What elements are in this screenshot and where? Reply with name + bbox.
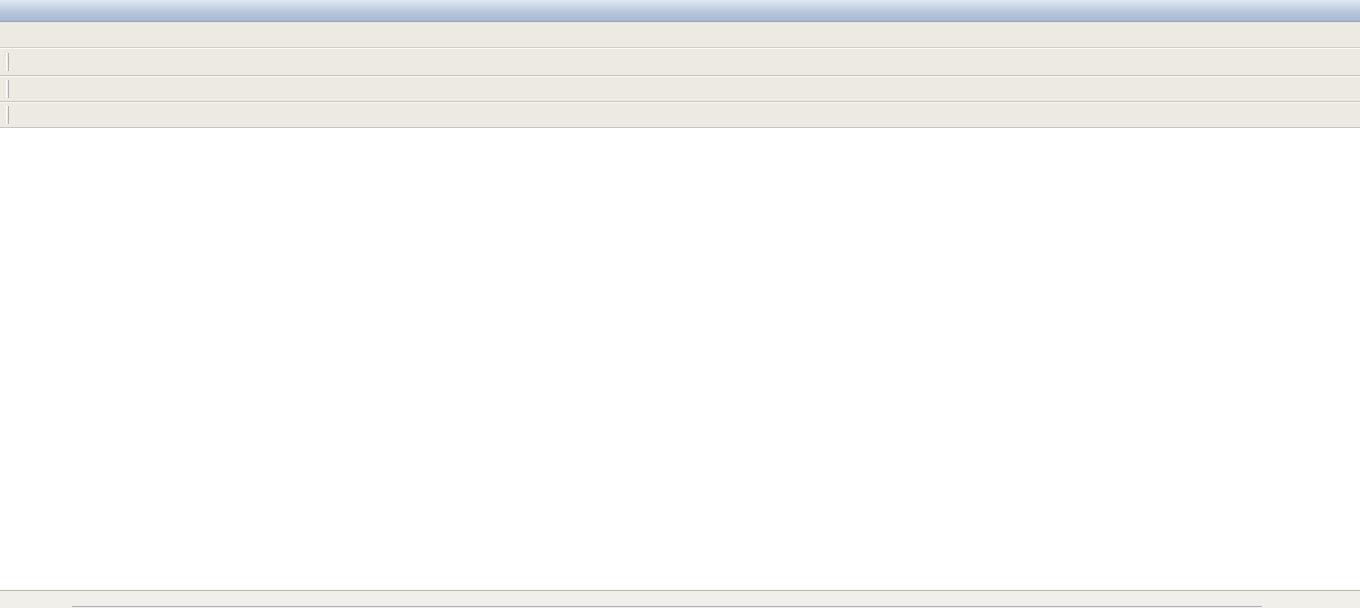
toolbar-grip — [6, 106, 9, 124]
status-divider — [72, 606, 1262, 607]
statusbar — [0, 590, 1360, 608]
titlebar — [0, 0, 1360, 22]
toolbar-main — [0, 48, 1360, 76]
app-window — [0, 0, 1360, 608]
toolbar-navigation — [0, 76, 1360, 102]
toolbar-grip — [6, 80, 9, 98]
toolbar-grip — [6, 53, 9, 71]
menubar — [0, 22, 1360, 48]
toolbar-drawing — [0, 102, 1360, 128]
chart-area — [0, 128, 1360, 590]
kline-chart[interactable] — [0, 128, 1360, 590]
